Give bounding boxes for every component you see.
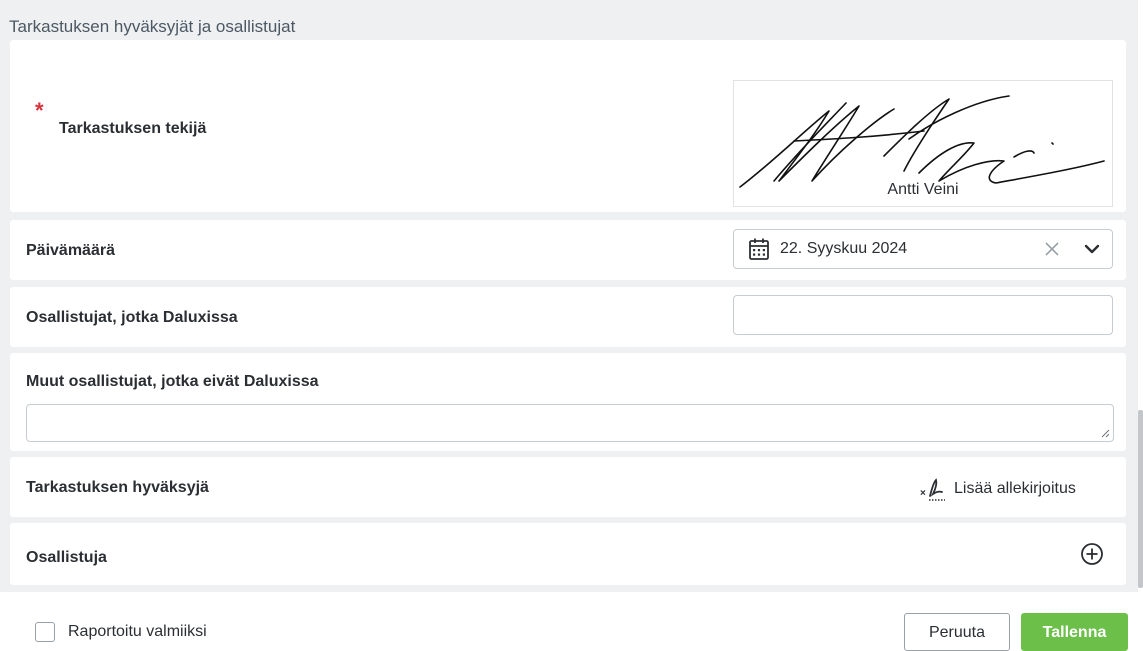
participant-label: Osallistuja (26, 549, 107, 566)
participants-dalux-label: Osallistujat, jotka Daluxissa (26, 309, 238, 326)
reported-done-checkbox[interactable] (35, 622, 55, 642)
inspector-card: * Tarkastuksen tekijä Antti Veini (10, 40, 1126, 212)
participants-dalux-card: Osallistujat, jotka Daluxissa (10, 287, 1126, 347)
required-marker: * (35, 98, 44, 123)
approver-label: Tarkastuksen hyväksyjä (26, 479, 209, 496)
svg-text:×: × (920, 488, 926, 499)
resize-grip-icon[interactable] (1100, 428, 1110, 438)
reported-done-label: Raportoitu valmiiksi (68, 623, 207, 640)
date-picker[interactable]: 22. Syyskuu 2024 (733, 229, 1113, 269)
scrollbar[interactable] (1138, 410, 1143, 588)
inspector-label: Tarkastuksen tekijä (59, 120, 207, 137)
clear-icon[interactable] (1044, 241, 1060, 262)
plus-circle-icon[interactable] (1080, 542, 1104, 571)
calendar-icon (748, 237, 770, 266)
date-value: 22. Syyskuu 2024 (780, 240, 908, 257)
section-title: Tarkastuksen hyväksyjät ja osallistujat (9, 17, 296, 36)
other-participants-textarea[interactable] (26, 404, 1114, 442)
participants-dalux-input[interactable] (733, 295, 1113, 335)
approver-card: Tarkastuksen hyväksyjä × Lisää allekirjo… (10, 457, 1126, 517)
participant-card: Osallistuja (10, 523, 1126, 585)
date-card: Päivämäärä 22. Syyskuu 2024 (10, 220, 1126, 280)
save-button[interactable]: Tallenna (1021, 613, 1128, 651)
other-participants-card: Muut osallistujat, jotka eivät Daluxissa (10, 353, 1126, 451)
add-signature-label: Lisää allekirjoitus (954, 480, 1076, 497)
approvers-section: Tarkastuksen hyväksyjät ja osallistujat … (0, 0, 1138, 592)
chevron-down-icon[interactable] (1084, 242, 1100, 261)
cancel-button[interactable]: Peruuta (904, 613, 1010, 651)
signer-name: Antti Veini (887, 181, 959, 198)
signature-icon: × (920, 478, 950, 509)
date-label: Päivämäärä (26, 242, 115, 259)
other-participants-label: Muut osallistujat, jotka eivät Daluxissa (26, 373, 319, 390)
